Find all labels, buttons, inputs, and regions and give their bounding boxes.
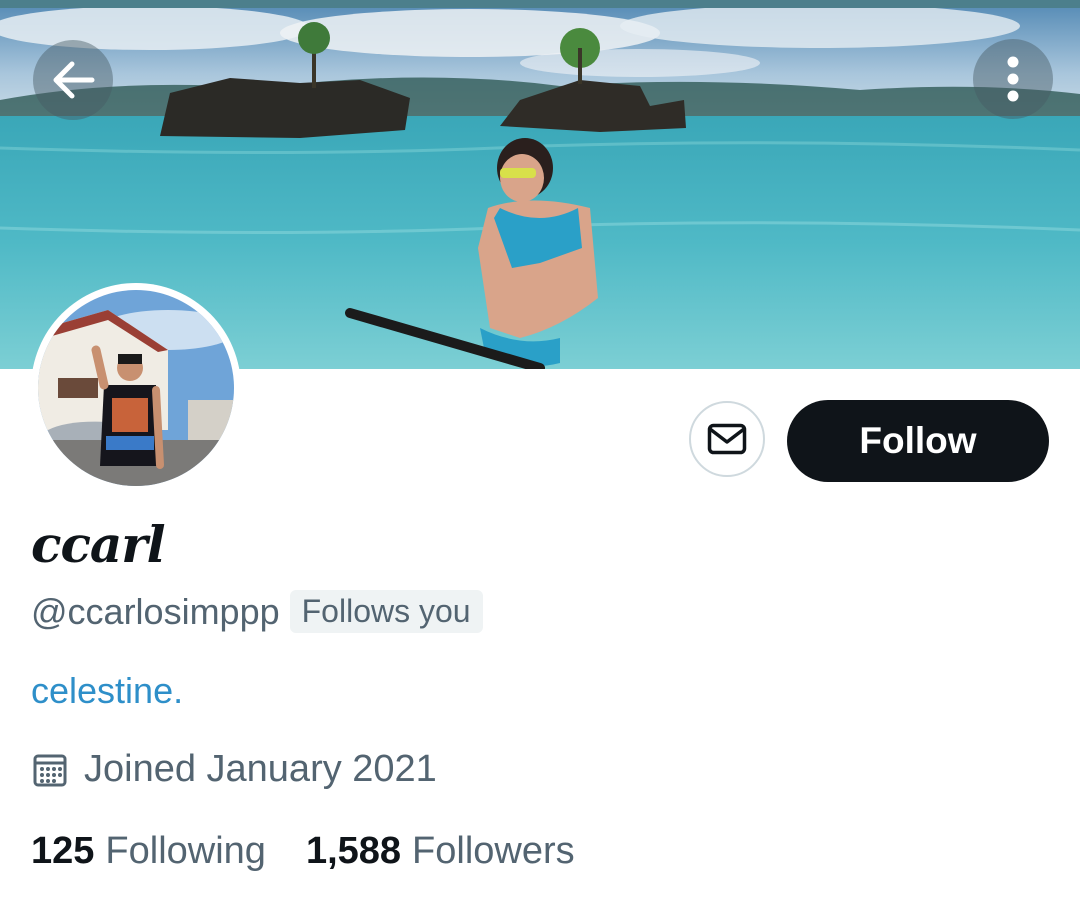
following-label: Following	[105, 830, 266, 872]
following-link[interactable]: 125 Following	[31, 830, 266, 873]
calendar-icon	[33, 754, 67, 786]
follows-you-badge: Follows you	[289, 590, 483, 633]
envelope-icon	[707, 423, 747, 455]
display-name: ccarl	[31, 515, 166, 574]
avatar-image	[38, 290, 234, 486]
more-vertical-icon	[1007, 56, 1019, 102]
handle-row: @ccarlosimppp Follows you	[31, 590, 483, 633]
joined-date: Joined January 2021	[84, 748, 437, 790]
avatar[interactable]	[31, 283, 241, 493]
following-count: 125	[31, 830, 95, 872]
top-accent-bar	[0, 0, 1080, 8]
bio-text: celestine.	[31, 670, 184, 711]
back-button[interactable]	[33, 40, 113, 120]
followers-link[interactable]: 1,588 Followers	[306, 830, 575, 873]
arrow-left-icon	[53, 61, 95, 99]
joined-row: Joined January 2021	[33, 748, 437, 791]
more-options-button[interactable]	[973, 39, 1053, 119]
follow-stats: 125 Following 1,588 Followers	[31, 830, 575, 873]
message-button[interactable]	[689, 401, 765, 477]
followers-count: 1,588	[305, 830, 402, 872]
followers-label: Followers	[412, 830, 575, 872]
user-handle: @ccarlosimppp	[31, 590, 280, 632]
follow-button[interactable]: Follow	[787, 400, 1049, 482]
